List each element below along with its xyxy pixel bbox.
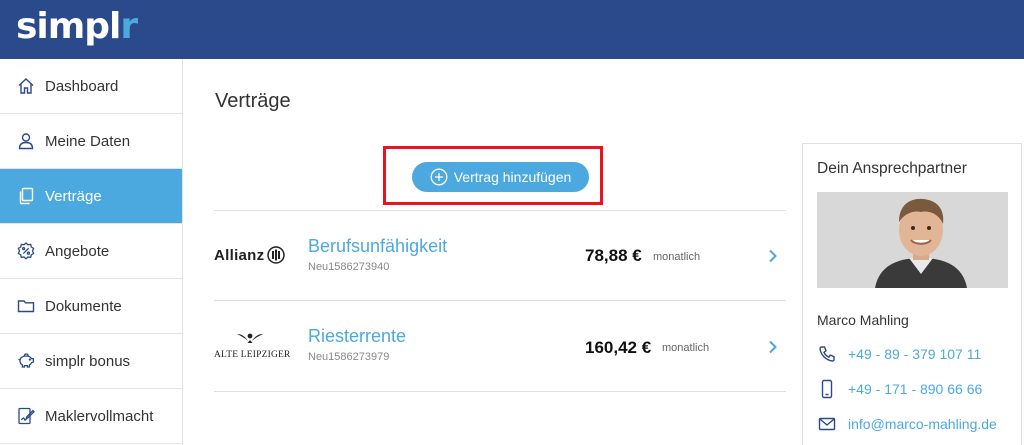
contact-phone: +49 - 89 - 379 107 11 [848,346,982,362]
alte-leipziger-logo: ALTE LEIPZIGER [214,331,290,360]
add-contract-label: Vertrag hinzufügen [453,169,572,185]
folder-icon [16,296,36,316]
contract-period: monatlich [662,342,710,354]
contact-phone-link[interactable]: +49 - 89 - 379 107 11 [817,344,981,364]
contract-name[interactable]: Berufsunfähigkeit [308,236,447,257]
piggy-bank-icon [16,351,36,371]
sidebar-item-label: Dokumente [45,297,122,315]
contact-photo [817,192,1008,288]
contract-row[interactable]: Allianz Berufsunfähigkeit Neu1586273940 … [214,211,786,301]
sidebar: Dashboard Meine Daten Verträge Angebote … [0,59,183,445]
allianz-logo: Allianz [214,246,286,264]
page-title: Verträge [215,90,291,112]
divider [214,391,786,392]
top-bar: simplr [0,0,1024,59]
sidebar-item-vertraege[interactable]: Verträge [0,169,182,224]
sidebar-item-simplr-bonus[interactable]: simplr bonus [0,334,182,389]
contract-amount: 78,88 € [585,246,642,265]
signature-document-icon [16,406,36,426]
simplr-logo[interactable]: simplr [16,2,138,52]
contact-card: Dein Ansprechpartner Marco Mahling +49 -… [802,143,1022,445]
sidebar-item-dokumente[interactable]: Dokumente [0,279,182,334]
chevron-right-icon[interactable] [768,340,778,354]
sidebar-item-dashboard[interactable]: Dashboard [0,59,182,114]
sidebar-item-label: Meine Daten [45,132,131,150]
contract-number: Neu1586273979 [308,351,390,363]
contract-name[interactable]: Riesterrente [308,326,406,347]
sidebar-item-maklervollmacht[interactable]: Maklervollmacht [0,389,182,444]
contact-email: info@marco-mahling.de [848,416,997,432]
sidebar-item-label: Verträge [45,187,102,205]
contract-row[interactable]: ALTE LEIPZIGER Riesterrente Neu158627397… [214,301,786,391]
mail-icon [817,414,837,434]
phone-icon [817,344,837,364]
plus-circle-icon [430,168,448,186]
contract-amount: 160,42 € [585,338,652,357]
alte-leipziger-emblem-icon [237,333,263,343]
sidebar-item-label: Maklervollmacht [45,407,154,425]
contact-email-link[interactable]: info@marco-mahling.de [817,414,997,434]
mobile-phone-icon [817,379,837,399]
percent-badge-icon [16,241,36,261]
add-contract-button[interactable]: Vertrag hinzufügen [412,162,589,192]
allianz-emblem-icon [267,246,286,264]
sidebar-item-meine-daten[interactable]: Meine Daten [0,114,182,169]
contract-number: Neu1586273940 [308,261,390,273]
contract-period: monatlich [653,251,701,263]
sidebar-item-label: simplr bonus [45,352,131,370]
user-icon [16,131,36,151]
documents-icon [16,186,36,206]
chevron-right-icon[interactable] [768,249,778,263]
sidebar-item-angebote[interactable]: Angebote [0,224,182,279]
contact-mobile: +49 - 171 - 890 66 66 [848,381,983,397]
sidebar-item-label: Dashboard [45,77,119,95]
sidebar-item-label: Angebote [45,242,110,260]
contact-card-header: Dein Ansprechpartner [817,160,967,177]
contact-name: Marco Mahling [817,312,909,328]
contact-mobile-link[interactable]: +49 - 171 - 890 66 66 [817,379,982,399]
home-icon [16,76,36,96]
